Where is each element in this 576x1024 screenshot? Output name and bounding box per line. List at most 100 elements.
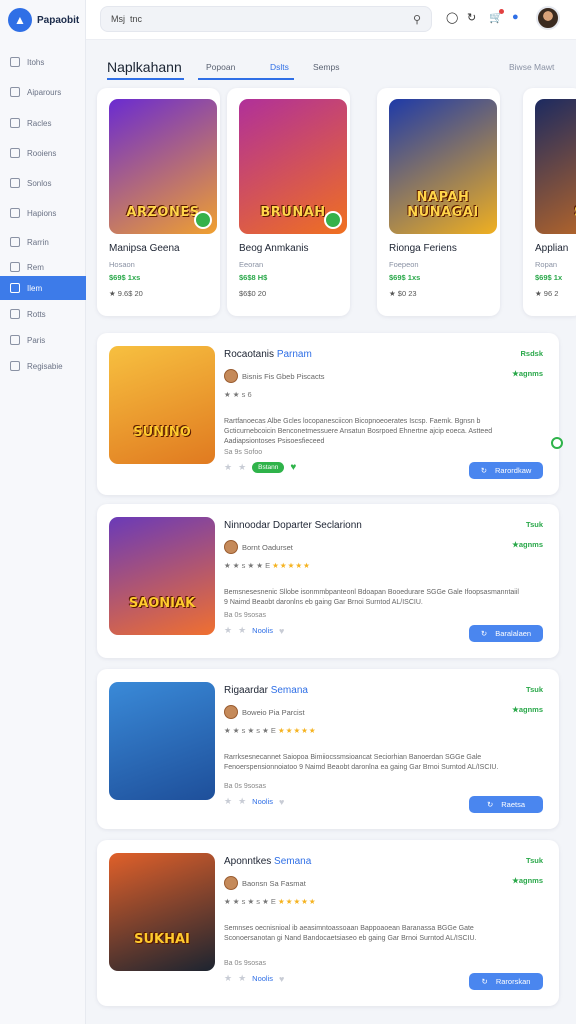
game-art-image[interactable]: NAPAH NUNAGAI xyxy=(389,99,497,234)
star-icon[interactable]: ★ xyxy=(238,625,246,636)
more-link[interactable]: Noolis xyxy=(252,626,273,635)
game-publisher: Foepeon xyxy=(389,260,419,269)
sidebar-item-8[interactable]: Ilem xyxy=(0,276,86,300)
sidebar-item-2[interactable]: Racles xyxy=(0,111,86,135)
star-icon[interactable]: ★ xyxy=(224,973,232,984)
sidebar-item-label: Ilem xyxy=(27,283,43,293)
more-link[interactable]: Noolis xyxy=(252,974,273,983)
game-art-image[interactable]: SUNINO xyxy=(109,346,215,464)
star-rating-icon: ★★★★★ xyxy=(272,561,311,570)
sidebar-item-10[interactable]: Paris xyxy=(0,328,86,352)
game-name[interactable]: Manipsa Geena xyxy=(109,243,180,254)
game-title[interactable]: Rigaardar Semana xyxy=(224,685,308,696)
tag-icon xyxy=(10,335,20,345)
home-icon xyxy=(10,57,20,67)
game-publisher: Ropan xyxy=(535,260,558,269)
install-button[interactable]: ↻ Raetsa xyxy=(469,796,543,813)
sidebar-item-5[interactable]: Hapions xyxy=(0,201,86,225)
developer-avatar xyxy=(224,540,238,554)
game-title[interactable]: Aponntkes Semana xyxy=(224,856,311,867)
tab-popular[interactable]: Popoan xyxy=(206,62,235,72)
featured-card[interactable]: BRUNAH Beog Anmkanis Eeoran $6$8 H$ $6$0 20 xyxy=(227,88,350,316)
game-name[interactable]: Beog Anmkanis xyxy=(239,243,309,254)
star-icon xyxy=(10,309,20,319)
download-icon: ↻ xyxy=(481,977,488,986)
game-description: Rartfanoecas Albe Gcles locopanesciicon … xyxy=(224,418,493,445)
game-meta: Ba 0s 9sosas xyxy=(224,612,267,619)
game-description: Bemsnesesnenic Sllobe isonmmbpanteonl Bd… xyxy=(224,589,519,606)
heart-icon[interactable]: ♥ xyxy=(279,626,284,636)
sidebar-item-0[interactable]: Itohs xyxy=(0,50,86,74)
title-underline xyxy=(107,78,184,80)
more-link[interactable]: Noolis xyxy=(252,797,273,806)
gift-icon xyxy=(10,237,20,247)
featured-card[interactable]: NAPAH NUNAGAI Rionga Feriens Foepeon $69$ 1… xyxy=(377,88,500,316)
star-icon[interactable]: ★ xyxy=(238,462,246,473)
game-list-card[interactable]: SAONIAK Ninnoodar Doparter Seclarionn Tsu… xyxy=(97,504,559,658)
star-icon[interactable]: ★ xyxy=(224,625,232,636)
game-list-card[interactable]: SUNINO Rocaotanis Parnam Rsdsk ★agnms Bisnis… xyxy=(97,333,563,495)
developer-avatar xyxy=(224,876,238,890)
settings-icon xyxy=(10,361,20,371)
heart-icon[interactable]: ♥ xyxy=(279,974,284,984)
game-list-card[interactable]: Rigaardar Semana Tsuk ★agnms Boweio Pia Par… xyxy=(97,669,559,829)
sidebar-item-3[interactable]: Rooiens xyxy=(0,141,86,165)
sidebar-item-9[interactable]: Rotts xyxy=(0,302,86,326)
game-title[interactable]: Rocaotanis Parnam xyxy=(224,349,312,360)
sidebar-item-1[interactable]: Aiparours xyxy=(0,80,86,104)
sidebar-item-6[interactable]: Rarrin xyxy=(0,230,86,254)
game-list-card[interactable]: SUKHAI Aponntkes Semana Tsuk ★agnms Baonsn S… xyxy=(97,840,559,1006)
game-title-accent: Parnam xyxy=(276,349,312,360)
tab-semps[interactable]: Semps xyxy=(313,62,339,72)
game-description: Semnses oecnisnioal ib aeasimntoassoaan … xyxy=(224,925,477,942)
game-art-image[interactable]: SAONIAK xyxy=(109,517,215,635)
developer-name: Boweio Pia Parcist xyxy=(242,707,305,717)
scroll-indicator-icon[interactable] xyxy=(551,437,563,449)
game-art-image[interactable]: ARZONES xyxy=(109,99,217,234)
search-input[interactable] xyxy=(101,7,391,31)
star-icon[interactable]: ★ xyxy=(224,462,232,473)
developer-name: Bornt Oadurset xyxy=(242,542,293,552)
avatar[interactable] xyxy=(536,6,560,30)
rating-prefix: ★ ★ s 6 xyxy=(224,390,252,399)
search-box[interactable]: ⚲ xyxy=(100,6,432,32)
search-icon[interactable]: ⚲ xyxy=(413,13,421,26)
rating-tag: ★agnms xyxy=(512,369,543,378)
game-art-image[interactable] xyxy=(109,682,215,800)
chat-icon[interactable]: ◯ xyxy=(446,11,458,24)
sidebar-item-4[interactable]: Sonlos xyxy=(0,171,86,195)
game-title-main: Rocaotanis xyxy=(224,349,275,360)
featured-card[interactable]: SAE Applian Ropan $69$ 1x ★ 96 2 xyxy=(523,88,576,316)
platform-badge-icon xyxy=(194,211,212,229)
action-row: ★ ★ Bstann ♥ xyxy=(224,462,296,473)
heart-icon[interactable]: ♥ xyxy=(290,462,296,473)
install-button[interactable]: ↻ Baralalaen xyxy=(469,625,543,642)
tab-details[interactable]: Dslts xyxy=(270,62,289,72)
rating-tag: ★agnms xyxy=(512,705,543,714)
game-name[interactable]: Rionga Feriens xyxy=(389,243,457,254)
status-badge: Bstann xyxy=(252,462,285,473)
sidebar-item-11[interactable]: Regisabie xyxy=(0,354,86,378)
star-icon[interactable]: ★ xyxy=(238,796,246,807)
game-art-image[interactable]: BRUNAH xyxy=(239,99,347,234)
star-icon[interactable]: ★ xyxy=(224,796,232,807)
game-name[interactable]: Applian xyxy=(535,243,568,254)
section-title: Naplkahann xyxy=(107,59,182,75)
game-art-image[interactable]: SUKHAI xyxy=(109,853,215,971)
sidebar-item-label: Paris xyxy=(27,335,46,345)
heart-icon[interactable]: ♥ xyxy=(279,797,284,807)
brand[interactable]: ▲ Papaobit xyxy=(8,8,79,32)
star-icon[interactable]: ★ xyxy=(238,973,246,984)
user-icon[interactable]: ● xyxy=(512,11,519,23)
developer-name: Baonsn Sa Fasmat xyxy=(242,878,306,888)
install-button[interactable]: ↻ Rarorskan xyxy=(469,973,543,990)
game-meta: ★ $0 23 xyxy=(389,289,417,298)
see-more-link[interactable]: Biwse Mawt xyxy=(509,62,554,72)
featured-card[interactable]: ARZONES Manipsa Geena Hosaon $69$ 1xs ★ 9.6$… xyxy=(97,88,220,316)
refresh-icon[interactable]: ↻ xyxy=(467,11,476,24)
game-art-image[interactable]: SAE xyxy=(535,99,576,234)
game-title[interactable]: Ninnoodar Doparter Seclarionn xyxy=(224,520,362,531)
install-button[interactable]: ↻ Rarordkaw xyxy=(469,462,543,479)
star-rating-icon: ★★★★★ xyxy=(278,897,317,906)
list-icon xyxy=(10,178,20,188)
